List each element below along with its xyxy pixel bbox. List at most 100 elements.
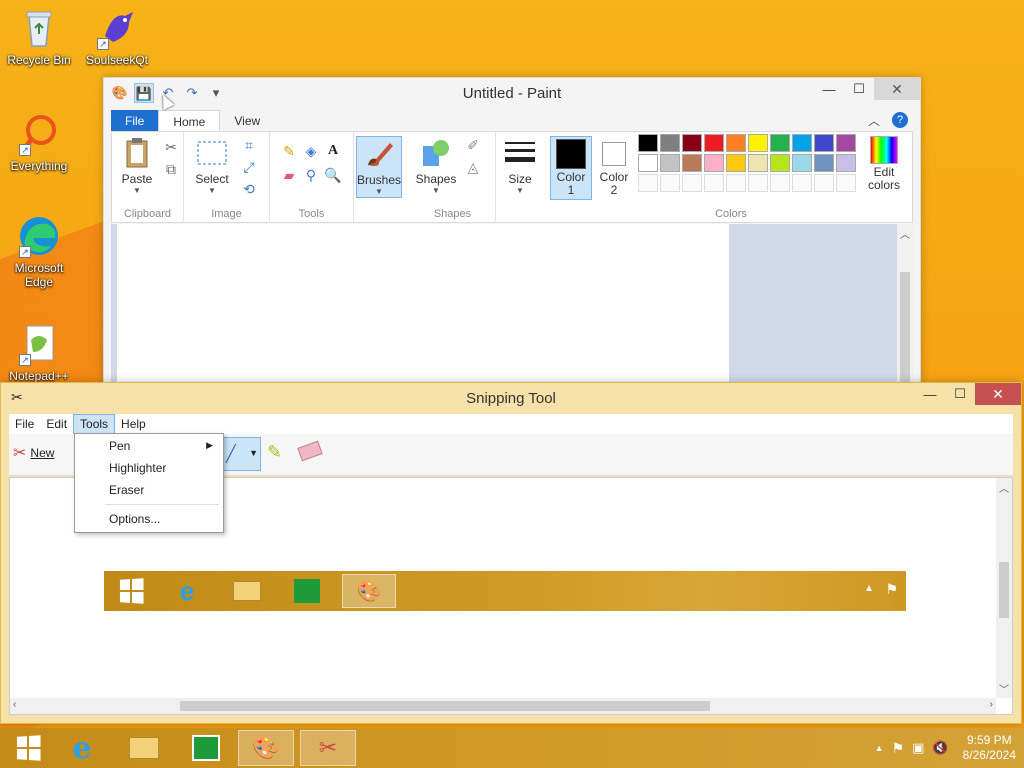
magnifier-icon[interactable]: 🔍 [324, 166, 342, 184]
minimize-button[interactable]: — [814, 78, 844, 100]
rotate-icon[interactable]: ⟲ [240, 180, 258, 198]
palette-swatch[interactable] [704, 134, 724, 152]
brushes-button[interactable]: Brushes ▼ [356, 136, 402, 198]
text-icon[interactable]: A [324, 142, 342, 160]
color2-button[interactable]: Color 2 [594, 136, 634, 197]
palette-swatch-empty[interactable] [682, 174, 702, 192]
paste-button[interactable]: Paste ▼ [118, 136, 156, 195]
fill-icon[interactable]: ◬ [464, 158, 482, 176]
taskbar-ie-button[interactable]: e [54, 730, 110, 766]
palette-swatch[interactable] [814, 154, 834, 172]
snip-scroll-up-icon[interactable]: ︿ [999, 480, 1009, 495]
cut-icon[interactable]: ✂ [162, 138, 180, 156]
snip-maximize-button[interactable]: ☐ [945, 383, 975, 405]
color1-button[interactable]: Color 1 [550, 136, 592, 200]
color-picker-icon[interactable]: ⚲ [302, 166, 320, 184]
palette-swatch[interactable] [638, 154, 658, 172]
eraser-icon[interactable]: ▰ [280, 166, 298, 184]
palette-swatch-empty[interactable] [704, 174, 724, 192]
scroll-up-icon[interactable]: ︿ [900, 226, 910, 241]
taskbar-paint-button[interactable]: 🎨 [238, 730, 294, 766]
pencil-icon[interactable]: ✎ [280, 142, 298, 160]
network-icon[interactable]: ▣ [912, 740, 924, 756]
size-button[interactable]: Size ▼ [500, 136, 540, 195]
palette-swatch-empty[interactable] [660, 174, 680, 192]
palette-swatch[interactable] [748, 154, 768, 172]
outline-icon[interactable]: ✐ [464, 136, 482, 154]
palette-swatch-empty[interactable] [836, 174, 856, 192]
palette-swatch[interactable] [836, 134, 856, 152]
desktop-icon-everything[interactable]: ↗ Everything [0, 112, 78, 173]
highlighter-icon[interactable]: ✎ [267, 442, 282, 463]
shapes-button[interactable]: Shapes ▼ [414, 136, 458, 195]
palette-swatch-empty[interactable] [726, 174, 746, 192]
palette-swatch[interactable] [660, 154, 680, 172]
palette-swatch[interactable] [770, 134, 790, 152]
collapse-ribbon-icon[interactable]: ︿ [868, 112, 880, 129]
tab-home[interactable]: Home [158, 110, 221, 132]
menu-item-highlighter[interactable]: Highlighter [109, 461, 166, 475]
palette-swatch[interactable] [726, 154, 746, 172]
resize-icon[interactable]: ⤢ [240, 158, 258, 176]
tab-file[interactable]: File [111, 110, 159, 132]
menu-edit[interactable]: Edit [40, 415, 73, 433]
menu-help[interactable]: Help [115, 415, 152, 433]
palette-swatch[interactable] [792, 134, 812, 152]
snip-scroll-right-icon[interactable]: › [990, 699, 993, 710]
palette-swatch[interactable] [704, 154, 724, 172]
action-center-flag-icon[interactable]: ⚑ [892, 740, 905, 757]
maximize-button[interactable]: ☐ [844, 78, 874, 100]
clock[interactable]: 9:59 PM 8/26/2024 [963, 733, 1016, 763]
palette-swatch[interactable] [770, 154, 790, 172]
snip-vertical-scrollbar[interactable]: ︿ ﹀ [996, 478, 1012, 698]
snip-minimize-button[interactable]: — [915, 383, 945, 405]
paint-vertical-scrollbar[interactable]: ︿ [897, 224, 913, 384]
volume-muted-icon[interactable]: 🔇 [932, 740, 948, 756]
pen-split-button[interactable]: ╱ ▼ [221, 437, 261, 471]
palette-swatch[interactable] [638, 134, 658, 152]
desktop-icon-microsoft-edge[interactable]: ↗ Microsoft Edge [0, 214, 78, 289]
copy-icon[interactable]: ⧉ [162, 160, 180, 178]
desktop-icon-notepad-plus-plus[interactable]: ↗ Notepad++ [0, 322, 78, 383]
snip-hscroll-thumb[interactable] [180, 701, 710, 711]
palette-swatch[interactable] [748, 134, 768, 152]
eraser-tool-icon[interactable] [297, 440, 323, 462]
menu-tools[interactable]: Tools [73, 414, 116, 434]
palette-swatch[interactable] [792, 154, 812, 172]
crop-icon[interactable]: ⌗ [240, 136, 258, 154]
palette-swatch[interactable] [726, 134, 746, 152]
pen-dropdown-icon[interactable]: ▼ [249, 448, 258, 458]
taskbar-explorer-button[interactable] [116, 730, 172, 766]
palette-swatch[interactable] [814, 134, 834, 152]
desktop-icon-soulseekqt[interactable]: ↗ SoulseekQt [78, 6, 156, 67]
menu-item-options[interactable]: Options... [109, 512, 160, 526]
snip-close-button[interactable]: ✕ [975, 383, 1021, 405]
select-button[interactable]: Select ▼ [190, 136, 234, 195]
snipping-tool-titlebar[interactable]: ✂ Snipping Tool — ☐ ✕ [1, 383, 1021, 413]
palette-swatch-empty[interactable] [770, 174, 790, 192]
edit-colors-button[interactable]: Edit colors [864, 136, 904, 192]
drawing-canvas[interactable] [117, 224, 729, 384]
palette-swatch-empty[interactable] [792, 174, 812, 192]
tab-view[interactable]: View [220, 110, 274, 132]
palette-swatch[interactable] [682, 134, 702, 152]
taskbar-snipping-tool-button[interactable]: ✂ [300, 730, 356, 766]
palette-swatch-empty[interactable] [748, 174, 768, 192]
snip-scroll-left-icon[interactable]: ‹ [13, 699, 16, 710]
menu-item-eraser[interactable]: Eraser [109, 483, 144, 497]
palette-swatch[interactable] [660, 134, 680, 152]
help-icon[interactable]: ? [892, 112, 908, 128]
menu-item-pen[interactable]: Pen [109, 439, 130, 453]
palette-swatch-empty[interactable] [814, 174, 834, 192]
scroll-thumb[interactable] [900, 272, 910, 382]
fill-bucket-icon[interactable]: ◈ [302, 142, 320, 160]
close-button[interactable]: ✕ [874, 78, 920, 100]
palette-swatch-empty[interactable] [638, 174, 658, 192]
taskbar-store-button[interactable] [178, 730, 234, 766]
paint-titlebar[interactable]: 🎨 💾 ↶ ↷ ▾ Untitled - Paint — ☐ ✕ [104, 78, 920, 108]
tray-overflow-icon[interactable]: ▲ [875, 743, 884, 753]
snip-scroll-down-icon[interactable]: ﹀ [999, 681, 1009, 696]
desktop-icon-recycle-bin[interactable]: Recycle Bin [0, 6, 78, 67]
palette-swatch[interactable] [682, 154, 702, 172]
snip-horizontal-scrollbar[interactable]: ‹ › [10, 698, 996, 714]
